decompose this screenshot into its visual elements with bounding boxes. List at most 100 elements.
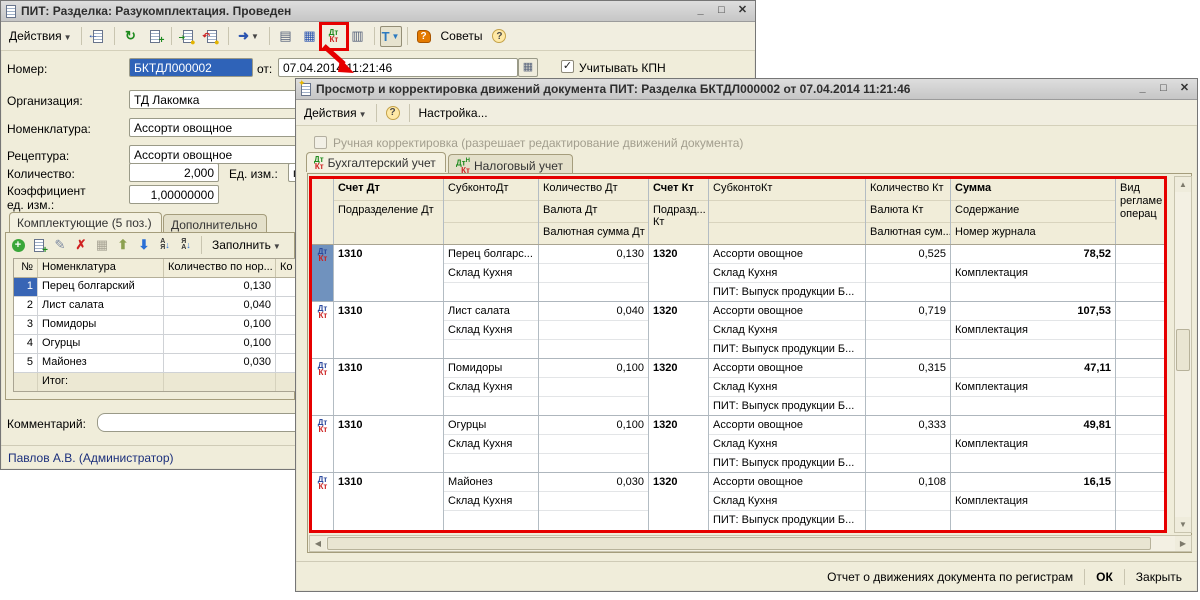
scroll-right-arrow[interactable]: ▶ — [1175, 536, 1191, 551]
nomenclature-cell: Лист салата — [38, 297, 164, 315]
copy-row-icon[interactable]: + — [30, 235, 48, 256]
advice-label[interactable]: Советы — [437, 27, 487, 45]
move-down-icon[interactable]: ⬇ — [135, 235, 153, 256]
document-window-titlebar[interactable]: ПИТ: Разделка: Разукомплектация. Проведе… — [1, 1, 755, 22]
add-row-icon[interactable]: + — [9, 235, 27, 256]
components-table: № Номенклатура Количество по нор... Ко 1… — [13, 258, 297, 392]
tab-components[interactable]: Комплектующие (5 поз.) — [9, 212, 162, 232]
dtkt-postings-icon[interactable]: ДтКт — [323, 26, 345, 47]
credit-account-cell: 1320 — [649, 245, 709, 301]
comment-input[interactable] — [97, 413, 307, 432]
vertical-scrollbar[interactable]: ▲ ▼ — [1174, 176, 1192, 533]
minimize-button[interactable]: _ — [693, 4, 708, 18]
subconto-kt-line: Склад Кухня — [709, 321, 865, 340]
scroll-up-arrow[interactable]: ▲ — [1175, 177, 1191, 192]
movement-row[interactable]: ДтКт1310МайонезСклад Кухня0,0301320Ассор… — [312, 473, 1164, 530]
col-header-subconto-kt: СубконтоКт — [709, 179, 865, 201]
ok-button[interactable]: ОК — [1089, 567, 1120, 587]
close-button[interactable]: ✕ — [1177, 82, 1192, 96]
movement-row[interactable]: ДтКт1310ОгурцыСклад Кухня0,1001320Ассорт… — [312, 416, 1164, 473]
help-icon[interactable]: ? — [488, 26, 510, 47]
col-header-qty-dt: Количество Дт — [539, 179, 648, 201]
qty-dt-cell: 0,040 — [539, 302, 649, 358]
number-input[interactable]: БКТДЛ000002 — [129, 58, 253, 77]
horizontal-scrollbar[interactable]: ◀ ▶ — [309, 535, 1192, 552]
qty-kt-cell: 0,315 — [866, 359, 951, 415]
subconto-dt-line: Склад Кухня — [444, 435, 538, 454]
help-icon[interactable]: ? — [382, 102, 404, 123]
sort-asc-icon[interactable]: АЯ↓ — [156, 235, 174, 256]
actions-menu-button[interactable]: Действия▼ — [5, 27, 76, 45]
manual-edit-checkbox[interactable] — [314, 136, 327, 149]
subconto-kt-line: ПИТ: Выпуск продукции Б... — [709, 397, 865, 415]
subconto-dt-line — [444, 283, 538, 301]
movements-window-titlebar[interactable]: ✦ Просмотр и корректировка движений доку… — [296, 79, 1197, 100]
movement-row[interactable]: ДтКт1310Лист салатаСклад Кухня0,0401320А… — [312, 302, 1164, 359]
quantity-input[interactable]: 2,000 — [129, 163, 219, 182]
col-header-subconto-dt: СубконтоДт — [444, 179, 538, 201]
scroll-down-arrow[interactable]: ▼ — [1175, 517, 1191, 532]
col-header-credit-account: Счет Кт — [649, 179, 708, 201]
subconto-kt-line: ПИТ: Выпуск продукции Б... — [709, 340, 865, 358]
cut-cell — [276, 316, 296, 334]
maximize-button[interactable]: □ — [714, 4, 729, 18]
col-header-qty-norm: Количество по нор... — [164, 259, 276, 277]
close-window-button[interactable]: Закрыть — [1129, 567, 1189, 587]
settings-button[interactable]: Настройка... — [415, 104, 492, 122]
nomenclature-input[interactable]: Ассорти овощное — [129, 118, 307, 137]
subconto-kt-line: Склад Кухня — [709, 435, 865, 454]
delete-row-icon[interactable]: ✗ — [72, 235, 90, 256]
col-header-qty-kt: Количество Кт — [866, 179, 950, 201]
tab-additional[interactable]: Дополнительно — [163, 214, 267, 234]
post-document-icon[interactable] — [177, 26, 199, 47]
qty-kt-value: 0,315 — [866, 359, 950, 378]
nomenclature-cell: Огурцы — [38, 335, 164, 353]
minimize-button[interactable]: _ — [1135, 82, 1150, 96]
date-input[interactable]: 07.04.2014 11:21:46 — [278, 58, 518, 77]
actions-menu-button[interactable]: Действия▼ — [300, 104, 371, 122]
horizontal-scroll-thumb[interactable] — [327, 537, 1151, 550]
subconto-kt-line: Ассорти овощное — [709, 245, 865, 264]
caret-down-icon: ▼ — [64, 33, 72, 42]
refresh-icon[interactable]: ↻ — [120, 26, 142, 47]
sort-desc-icon[interactable]: ЯА↓ — [177, 235, 195, 256]
vertical-scroll-thumb[interactable] — [1176, 329, 1190, 371]
close-button[interactable]: ✕ — [735, 4, 750, 18]
subconto-dt-line: Склад Кухня — [444, 378, 538, 397]
calendar-button[interactable]: ▦ — [518, 58, 538, 77]
tab-accounting[interactable]: ДтКт Бухгалтерский учет — [306, 152, 446, 172]
table-row[interactable]: 4Огурцы0,100 — [14, 335, 296, 354]
maximize-button[interactable]: □ — [1156, 82, 1171, 96]
table-row[interactable]: 5Майонез0,030 — [14, 354, 296, 373]
unpost-document-icon[interactable] — [201, 26, 223, 47]
report-movements-button[interactable]: Отчет о движениях документа по регистрам — [820, 567, 1080, 587]
credit-account-cell: 1320 — [649, 359, 709, 415]
recipe-input[interactable]: Ассорти овощное — [129, 145, 307, 164]
toolbar-separator — [269, 27, 270, 45]
table-row[interactable]: 2Лист салата0,040 — [14, 297, 296, 316]
save-icon[interactable]: ← — [87, 26, 109, 47]
copy-icon[interactable]: + — [144, 26, 166, 47]
organization-input[interactable]: ТД Лакомка — [129, 90, 307, 109]
movement-row[interactable]: ДтКт1310ПомидорыСклад Кухня0,1001320Ассо… — [312, 359, 1164, 416]
document-list-icon[interactable]: ▥ — [347, 26, 369, 47]
movement-row[interactable]: ДтКт1310Перец болгарс...Склад Кухня0,130… — [312, 245, 1164, 302]
table-row[interactable]: 3Помидоры0,100 — [14, 316, 296, 335]
table-row[interactable]: 1Перец болгарский0,130 — [14, 278, 296, 297]
filter-icon[interactable]: Т▼ — [380, 26, 402, 47]
checklist-icon[interactable]: ▦ — [299, 26, 321, 47]
end-edit-icon[interactable]: ▦ — [93, 235, 111, 256]
kpn-checkbox[interactable]: ✓ — [561, 60, 574, 73]
scroll-left-arrow[interactable]: ◀ — [310, 536, 326, 551]
sum-cell: 16,15Комплектация — [951, 473, 1116, 530]
fill-menu-button[interactable]: Заполнить▼ — [208, 236, 285, 254]
coefficient-input[interactable]: 1,00000000 — [129, 185, 219, 204]
go-to-icon[interactable]: ➜▼ — [234, 26, 264, 47]
edit-row-icon[interactable]: ✎ — [51, 235, 69, 256]
debit-account-cell: 1310 — [334, 302, 444, 358]
move-up-icon[interactable]: ⬆ — [114, 235, 132, 256]
col-header-currency-kt: Валюта Кт — [866, 201, 950, 223]
structure-icon[interactable]: ▤ — [275, 26, 297, 47]
col-header-content: Содержание — [951, 201, 1115, 223]
advice-icon[interactable]: ? — [413, 26, 435, 47]
